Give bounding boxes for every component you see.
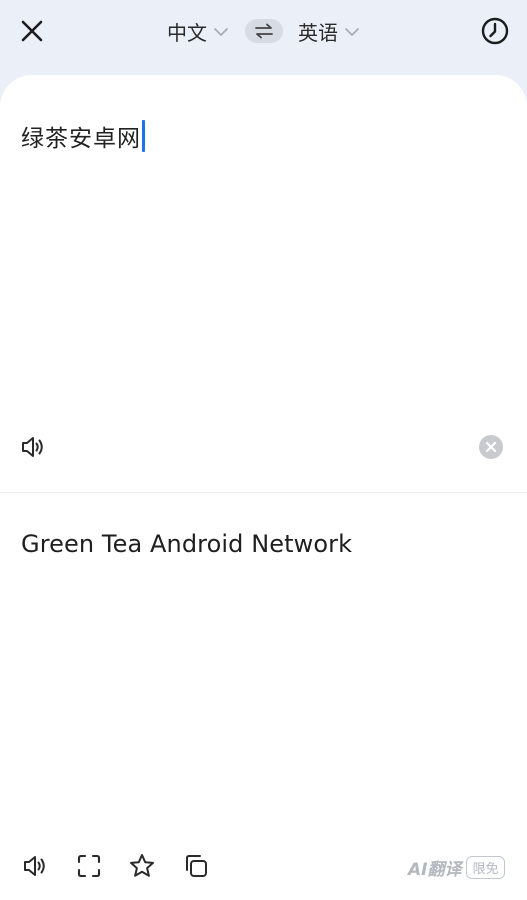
speaker-icon: [24, 856, 45, 876]
target-language-selector[interactable]: 英语: [298, 15, 360, 47]
source-text: 绿茶安卓网: [21, 126, 141, 152]
chevron-down-icon: [214, 28, 228, 36]
free-tag: 限免: [466, 856, 505, 879]
clear-icon: [479, 435, 503, 459]
history-icon: [481, 17, 509, 45]
favorite-button[interactable]: [127, 851, 157, 881]
top-bar: 中文 英语: [0, 0, 527, 76]
history-button[interactable]: [477, 13, 513, 49]
speak-source-button[interactable]: [18, 432, 48, 462]
swap-icon: [255, 23, 273, 39]
ai-badge-label: AI翻译: [408, 860, 462, 880]
translation-card: 绿茶安卓网 Green Tea Android Network AI翻译 限免: [0, 75, 527, 900]
translation-output: Green Tea Android Network: [21, 530, 353, 558]
close-button[interactable]: [14, 13, 50, 49]
target-language-label: 英语: [298, 20, 338, 45]
close-icon: [21, 20, 43, 42]
fullscreen-button[interactable]: [74, 851, 104, 881]
copy-icon: [186, 855, 207, 877]
source-language-label: 中文: [167, 20, 207, 45]
source-input[interactable]: 绿茶安卓网: [21, 119, 145, 153]
speak-translation-button[interactable]: [20, 851, 50, 881]
swap-languages-button[interactable]: [245, 19, 283, 43]
chevron-down-icon: [345, 28, 359, 36]
source-language-selector[interactable]: 中文: [167, 15, 229, 47]
star-icon: [130, 854, 154, 877]
text-caret: [142, 120, 145, 152]
clear-input-button[interactable]: [478, 434, 504, 460]
copy-button[interactable]: [181, 851, 211, 881]
section-divider: [0, 492, 527, 493]
fullscreen-icon: [77, 854, 101, 878]
speaker-icon: [22, 437, 43, 457]
ai-translation-badge: AI翻译 限免: [408, 855, 505, 880]
